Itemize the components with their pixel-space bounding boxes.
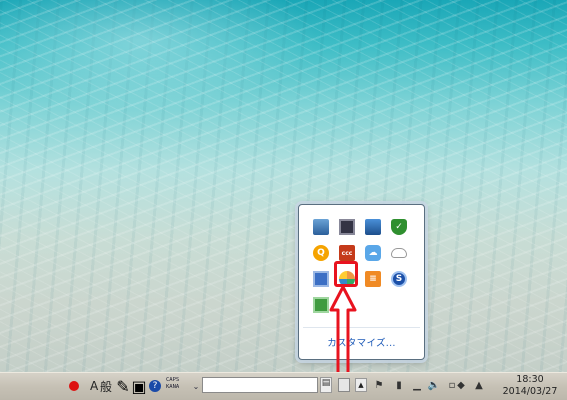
desktop-wallpaper [0,0,567,372]
show-hidden-icons-button[interactable]: ▲ [355,378,367,392]
ime-options-icon[interactable]: ⌄ [191,378,201,394]
clock-date: 2014/03/27 [502,386,558,397]
green-box-icon[interactable] [313,297,329,313]
ime-input-mode-label[interactable]: 般 [100,378,112,394]
drive-icon[interactable]: ▲ [473,378,485,392]
notification-area-overflow-popup: ✓ Q ccc ☁ ≡ S カスタマイズ... [298,204,425,360]
device-icon[interactable]: ▮ [393,378,405,392]
computer-network-icon[interactable] [365,219,381,235]
action-center-flag-icon[interactable]: ⚑ [373,378,385,392]
tray-app-button[interactable] [338,378,350,392]
ime-status-icon[interactable] [68,378,80,394]
popup-divider [303,327,420,328]
cloud-outline-icon[interactable] [391,248,407,258]
security-shield-icon[interactable]: ✓ [391,219,407,235]
search-button[interactable]: ▤ [320,377,332,393]
volume-icon[interactable]: 🔈 [428,378,440,392]
orange-document-icon[interactable]: ≡ [365,271,381,287]
caps-label: CAPS [166,377,180,383]
ime-tool-icon[interactable]: ✎ [116,377,130,396]
overflow-icon-grid: ✓ Q ccc ☁ ≡ S [311,217,411,321]
orange-q-icon[interactable]: Q [313,245,329,261]
blue-cloud-icon[interactable]: ☁ [365,245,381,261]
globe-icon[interactable]: ◆ [455,378,467,392]
ime-mode-label[interactable]: A [90,378,98,394]
caps-kana-indicator: CAPS KANA [166,377,179,391]
taskbar-clock[interactable]: 18:30 2014/03/27 [494,374,566,398]
taskbar: A 般 ✎ ▣ ? CAPS KANA ⌄ ▤ ▲ ⚑ ▮ ▁ 🔈 ▫ ◆ ▲ … [0,372,567,400]
clock-time: 18:30 [516,374,544,385]
camera-icon[interactable] [313,271,329,287]
ime-help-icon[interactable]: ? [148,378,162,394]
taskbar-search-input[interactable] [202,377,318,393]
kana-label: KANA [166,384,180,390]
monitor-icon[interactable] [339,219,355,235]
signal-strength-icon[interactable]: ▁ [411,378,423,392]
ime-dictionary-icon[interactable]: ▣ [131,377,146,396]
ccc-icon[interactable]: ccc [339,245,355,261]
network-adapter-icon[interactable] [313,219,329,235]
customize-link[interactable]: カスタマイズ... [299,335,424,349]
water-surface-light [0,0,320,110]
s-logo-icon[interactable]: S [391,271,407,287]
